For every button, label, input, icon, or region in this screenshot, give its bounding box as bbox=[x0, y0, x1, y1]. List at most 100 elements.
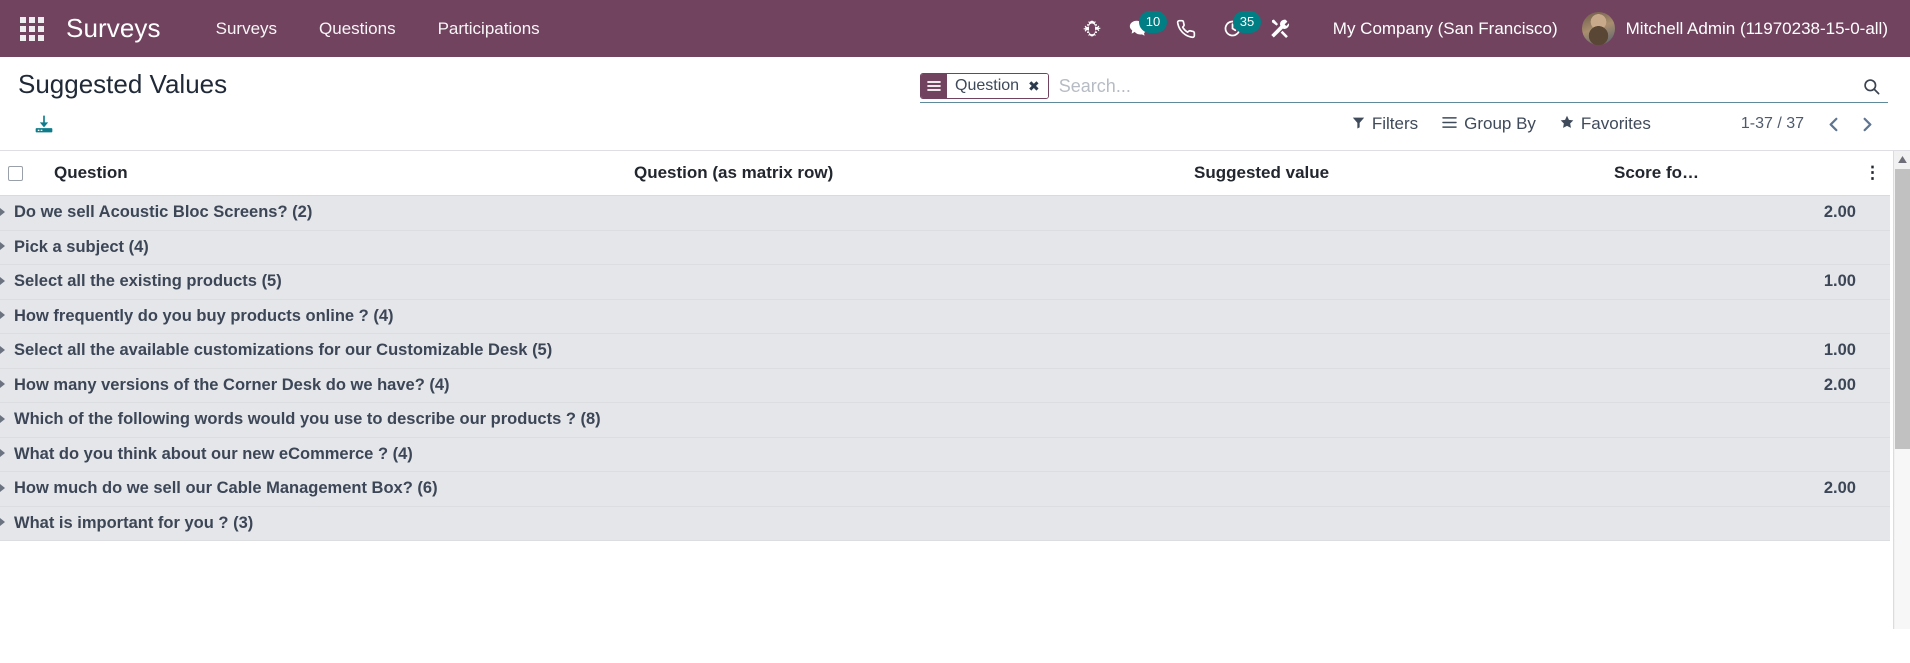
filters-dropdown[interactable]: Filters bbox=[1352, 114, 1418, 134]
group-label: How much do we sell our Cable Management… bbox=[14, 479, 438, 498]
caret-right-icon[interactable] bbox=[0, 449, 5, 458]
caret-right-icon[interactable] bbox=[0, 276, 5, 285]
cell-score: 2.00 bbox=[1606, 195, 1856, 231]
scroll-up-icon[interactable] bbox=[1894, 151, 1910, 168]
table-row[interactable]: Do we sell Acoustic Bloc Screens? (2) 2.0… bbox=[0, 195, 1890, 231]
group-row-title[interactable]: Select all the existing products (5) bbox=[0, 264, 626, 300]
group-row-title[interactable]: How frequently do you buy products onlin… bbox=[0, 299, 626, 334]
column-header-score[interactable]: Score fo… bbox=[1606, 151, 1856, 196]
group-label: Select all the available customizations … bbox=[14, 341, 553, 360]
group-by-dropdown[interactable]: Group By bbox=[1442, 114, 1536, 134]
cell-matrix-row bbox=[626, 402, 1186, 438]
table-row[interactable]: What is important for you ? (3) bbox=[0, 506, 1890, 541]
app-brand-title[interactable]: Surveys bbox=[66, 13, 161, 44]
cell-score: 2.00 bbox=[1606, 471, 1856, 507]
group-row-title[interactable]: How many versions of the Corner Desk do … bbox=[0, 368, 626, 403]
cell-suggested-value bbox=[1186, 333, 1606, 369]
chevron-left-icon[interactable] bbox=[1818, 109, 1848, 139]
filter-funnel-icon bbox=[1352, 114, 1365, 134]
column-header-suggested-value[interactable]: Suggested value bbox=[1186, 151, 1606, 196]
group-row-title[interactable]: Which of the following words would you u… bbox=[0, 402, 626, 438]
menu-item-questions[interactable]: Questions bbox=[298, 1, 417, 57]
cell-score bbox=[1606, 437, 1856, 472]
close-icon[interactable]: ✖ bbox=[1026, 74, 1048, 98]
vertical-scrollbar[interactable] bbox=[1893, 151, 1910, 629]
caret-right-icon[interactable] bbox=[0, 311, 5, 320]
group-label: How frequently do you buy products onlin… bbox=[14, 306, 394, 325]
group-row-title[interactable]: Do we sell Acoustic Bloc Screens? (2) bbox=[0, 195, 626, 231]
cell-matrix-row bbox=[626, 230, 1186, 265]
chevron-right-icon[interactable] bbox=[1852, 109, 1882, 139]
group-label: What is important for you ? (3) bbox=[14, 513, 254, 532]
search-icon[interactable] bbox=[1854, 73, 1888, 99]
messages-icon[interactable]: 10 bbox=[1118, 8, 1168, 50]
cell-options bbox=[1856, 195, 1890, 231]
pager-value[interactable]: 1-37 / 37 bbox=[1741, 115, 1804, 133]
top-navbar: Surveys Surveys Questions Participations… bbox=[0, 0, 1910, 57]
cell-suggested-value bbox=[1186, 264, 1606, 300]
filters-label: Filters bbox=[1371, 114, 1419, 133]
scrollbar-thumb[interactable] bbox=[1895, 169, 1910, 449]
group-label: Which of the following words would you u… bbox=[14, 410, 601, 429]
search-input[interactable] bbox=[1054, 73, 1854, 99]
caret-right-icon[interactable] bbox=[0, 345, 5, 354]
group-label: Pick a subject (4) bbox=[14, 237, 149, 256]
group-row-title[interactable]: Select all the available customizations … bbox=[0, 333, 626, 369]
column-header-matrix-row[interactable]: Question (as matrix row) bbox=[626, 151, 1186, 196]
tools-icon[interactable] bbox=[1259, 8, 1301, 50]
column-header-question[interactable]: Question bbox=[46, 151, 626, 196]
optional-columns-dropdown[interactable]: ⋮ bbox=[1856, 151, 1890, 196]
scrollbar-track[interactable] bbox=[1895, 449, 1910, 629]
bug-icon[interactable] bbox=[1071, 8, 1113, 50]
table-row[interactable]: Select all the available customizations … bbox=[0, 333, 1890, 369]
cell-matrix-row bbox=[626, 506, 1186, 541]
caret-right-icon[interactable] bbox=[0, 242, 5, 251]
group-by-label: Group By bbox=[1464, 114, 1536, 133]
caret-right-icon[interactable] bbox=[0, 380, 5, 389]
group-row-title[interactable]: How much do we sell our Cable Management… bbox=[0, 471, 626, 507]
cell-matrix-row bbox=[626, 195, 1186, 231]
group-row-title[interactable]: Pick a subject (4) bbox=[0, 230, 626, 265]
table-row[interactable]: How much do we sell our Cable Management… bbox=[0, 471, 1890, 507]
group-row-title[interactable]: What is important for you ? (3) bbox=[0, 506, 626, 541]
download-icon[interactable] bbox=[24, 109, 64, 139]
favorites-dropdown[interactable]: Favorites bbox=[1560, 114, 1651, 134]
cell-options bbox=[1856, 230, 1890, 265]
select-all-checkbox[interactable] bbox=[8, 166, 23, 182]
cell-options bbox=[1856, 437, 1890, 472]
caret-right-icon[interactable] bbox=[0, 207, 5, 216]
search-dropdowns: Filters Group By Favorites bbox=[1352, 114, 1651, 134]
menu-item-surveys[interactable]: Surveys bbox=[195, 1, 298, 57]
cell-score bbox=[1606, 299, 1856, 334]
cell-options bbox=[1856, 299, 1890, 334]
cell-matrix-row bbox=[626, 368, 1186, 403]
table-row[interactable]: How many versions of the Corner Desk do … bbox=[0, 368, 1890, 403]
records-table: Question Question (as matrix row) Sugges… bbox=[0, 151, 1890, 541]
cell-score bbox=[1606, 506, 1856, 541]
cell-suggested-value bbox=[1186, 437, 1606, 472]
phone-icon[interactable] bbox=[1165, 8, 1207, 50]
cell-options bbox=[1856, 402, 1890, 438]
caret-right-icon[interactable] bbox=[0, 518, 5, 527]
company-switcher[interactable]: My Company (San Francisco) bbox=[1315, 19, 1576, 39]
activities-clock-icon[interactable]: 35 bbox=[1212, 8, 1262, 50]
caret-right-icon[interactable] bbox=[0, 483, 5, 492]
apps-grid-icon bbox=[20, 16, 44, 41]
select-all-header bbox=[0, 151, 46, 196]
menu-item-participations[interactable]: Participations bbox=[417, 1, 561, 57]
search-facet-question[interactable]: Question ✖ bbox=[920, 73, 1049, 99]
table-row[interactable]: What do you think about our new eCommerc… bbox=[0, 437, 1890, 472]
caret-right-icon[interactable] bbox=[0, 414, 5, 423]
cell-score: 1.00 bbox=[1606, 264, 1856, 300]
table-header: Question Question (as matrix row) Sugges… bbox=[0, 151, 1890, 196]
apps-menu-button[interactable] bbox=[10, 7, 54, 51]
cell-options bbox=[1856, 333, 1890, 369]
cell-suggested-value bbox=[1186, 506, 1606, 541]
table-row[interactable]: Pick a subject (4) bbox=[0, 230, 1890, 265]
table-row[interactable]: How frequently do you buy products onlin… bbox=[0, 299, 1890, 334]
cell-suggested-value bbox=[1186, 402, 1606, 438]
user-menu[interactable]: Mitchell Admin (11970238-15-0-all) bbox=[1576, 12, 1888, 45]
group-row-title[interactable]: What do you think about our new eCommerc… bbox=[0, 437, 626, 472]
table-row[interactable]: Which of the following words would you u… bbox=[0, 402, 1890, 438]
table-row[interactable]: Select all the existing products (5) 1.00 bbox=[0, 264, 1890, 300]
